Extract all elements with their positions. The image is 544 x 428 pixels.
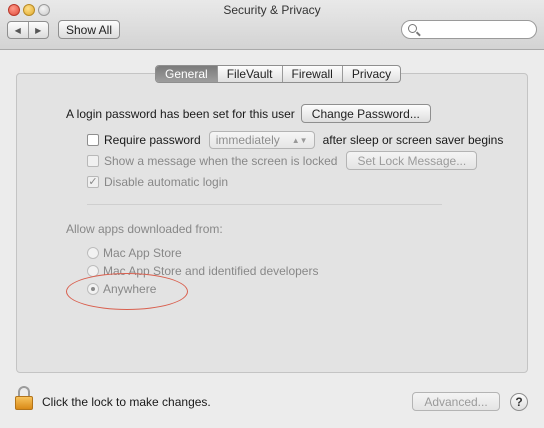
login-password-row: A login password has been set for this u… (66, 104, 431, 123)
search-icon (408, 24, 417, 33)
back-forward-control: ◀ ▶ (7, 21, 49, 39)
require-password-checkbox[interactable] (87, 134, 99, 146)
show-message-row: Show a message when the screen is locked… (87, 151, 478, 170)
lock-icon[interactable] (15, 386, 33, 410)
disable-auto-login-checkbox[interactable]: ✓ (87, 176, 99, 188)
forward-icon[interactable]: ▶ (29, 22, 49, 38)
after-sleep-text: after sleep or screen saver begins (322, 133, 504, 147)
radio-mac-app-store[interactable] (87, 247, 99, 259)
title-bar: Security & Privacy ◀ ▶ Show All (0, 0, 544, 50)
show-message-label: Show a message when the screen is locked (104, 153, 338, 168)
annotation-circle (66, 273, 188, 310)
show-message-checkbox[interactable] (87, 154, 99, 167)
section-divider (87, 204, 442, 205)
tab-firewall[interactable]: Firewall (281, 66, 342, 82)
lock-body (15, 396, 33, 410)
allow-apps-heading: Allow apps downloaded from: (66, 222, 223, 236)
tab-filevault[interactable]: FileVault (216, 66, 282, 82)
lock-text: Click the lock to make changes. (42, 395, 211, 409)
require-password-row: Require password immediately ▲▼ after sl… (87, 131, 503, 149)
require-password-label: Require password (104, 133, 201, 147)
tab-bar: General FileVault Firewall Privacy (155, 65, 402, 83)
preferences-window: Security & Privacy ◀ ▶ Show All General … (0, 0, 544, 428)
require-password-delay-value: immediately (215, 133, 280, 147)
require-password-delay-select[interactable]: immediately ▲▼ (208, 131, 315, 149)
tab-privacy[interactable]: Privacy (341, 66, 400, 82)
option-mac-app-store: Mac App Store (87, 246, 182, 260)
window-title: Security & Privacy (223, 3, 321, 17)
set-lock-message-button[interactable]: Set Lock Message... (346, 151, 478, 170)
login-password-text: A login password has been set for this u… (66, 106, 295, 121)
advanced-button-row: Advanced... (412, 392, 500, 411)
disable-auto-login-label: Disable automatic login (104, 175, 229, 189)
stepper-arrows-icon: ▲▼ (291, 135, 308, 145)
show-all-button[interactable]: Show All (58, 20, 120, 39)
radio-mac-app-store-label: Mac App Store (103, 246, 182, 260)
disable-auto-login-row: ✓ Disable automatic login (87, 175, 228, 189)
checkmark-icon: ✓ (88, 175, 98, 188)
tab-general[interactable]: General (156, 66, 217, 82)
back-icon[interactable]: ◀ (8, 22, 28, 38)
search-input[interactable] (401, 20, 537, 39)
change-password-button[interactable]: Change Password... (300, 104, 431, 123)
help-icon[interactable]: ? (510, 393, 528, 411)
advanced-button[interactable]: Advanced... (412, 392, 500, 411)
